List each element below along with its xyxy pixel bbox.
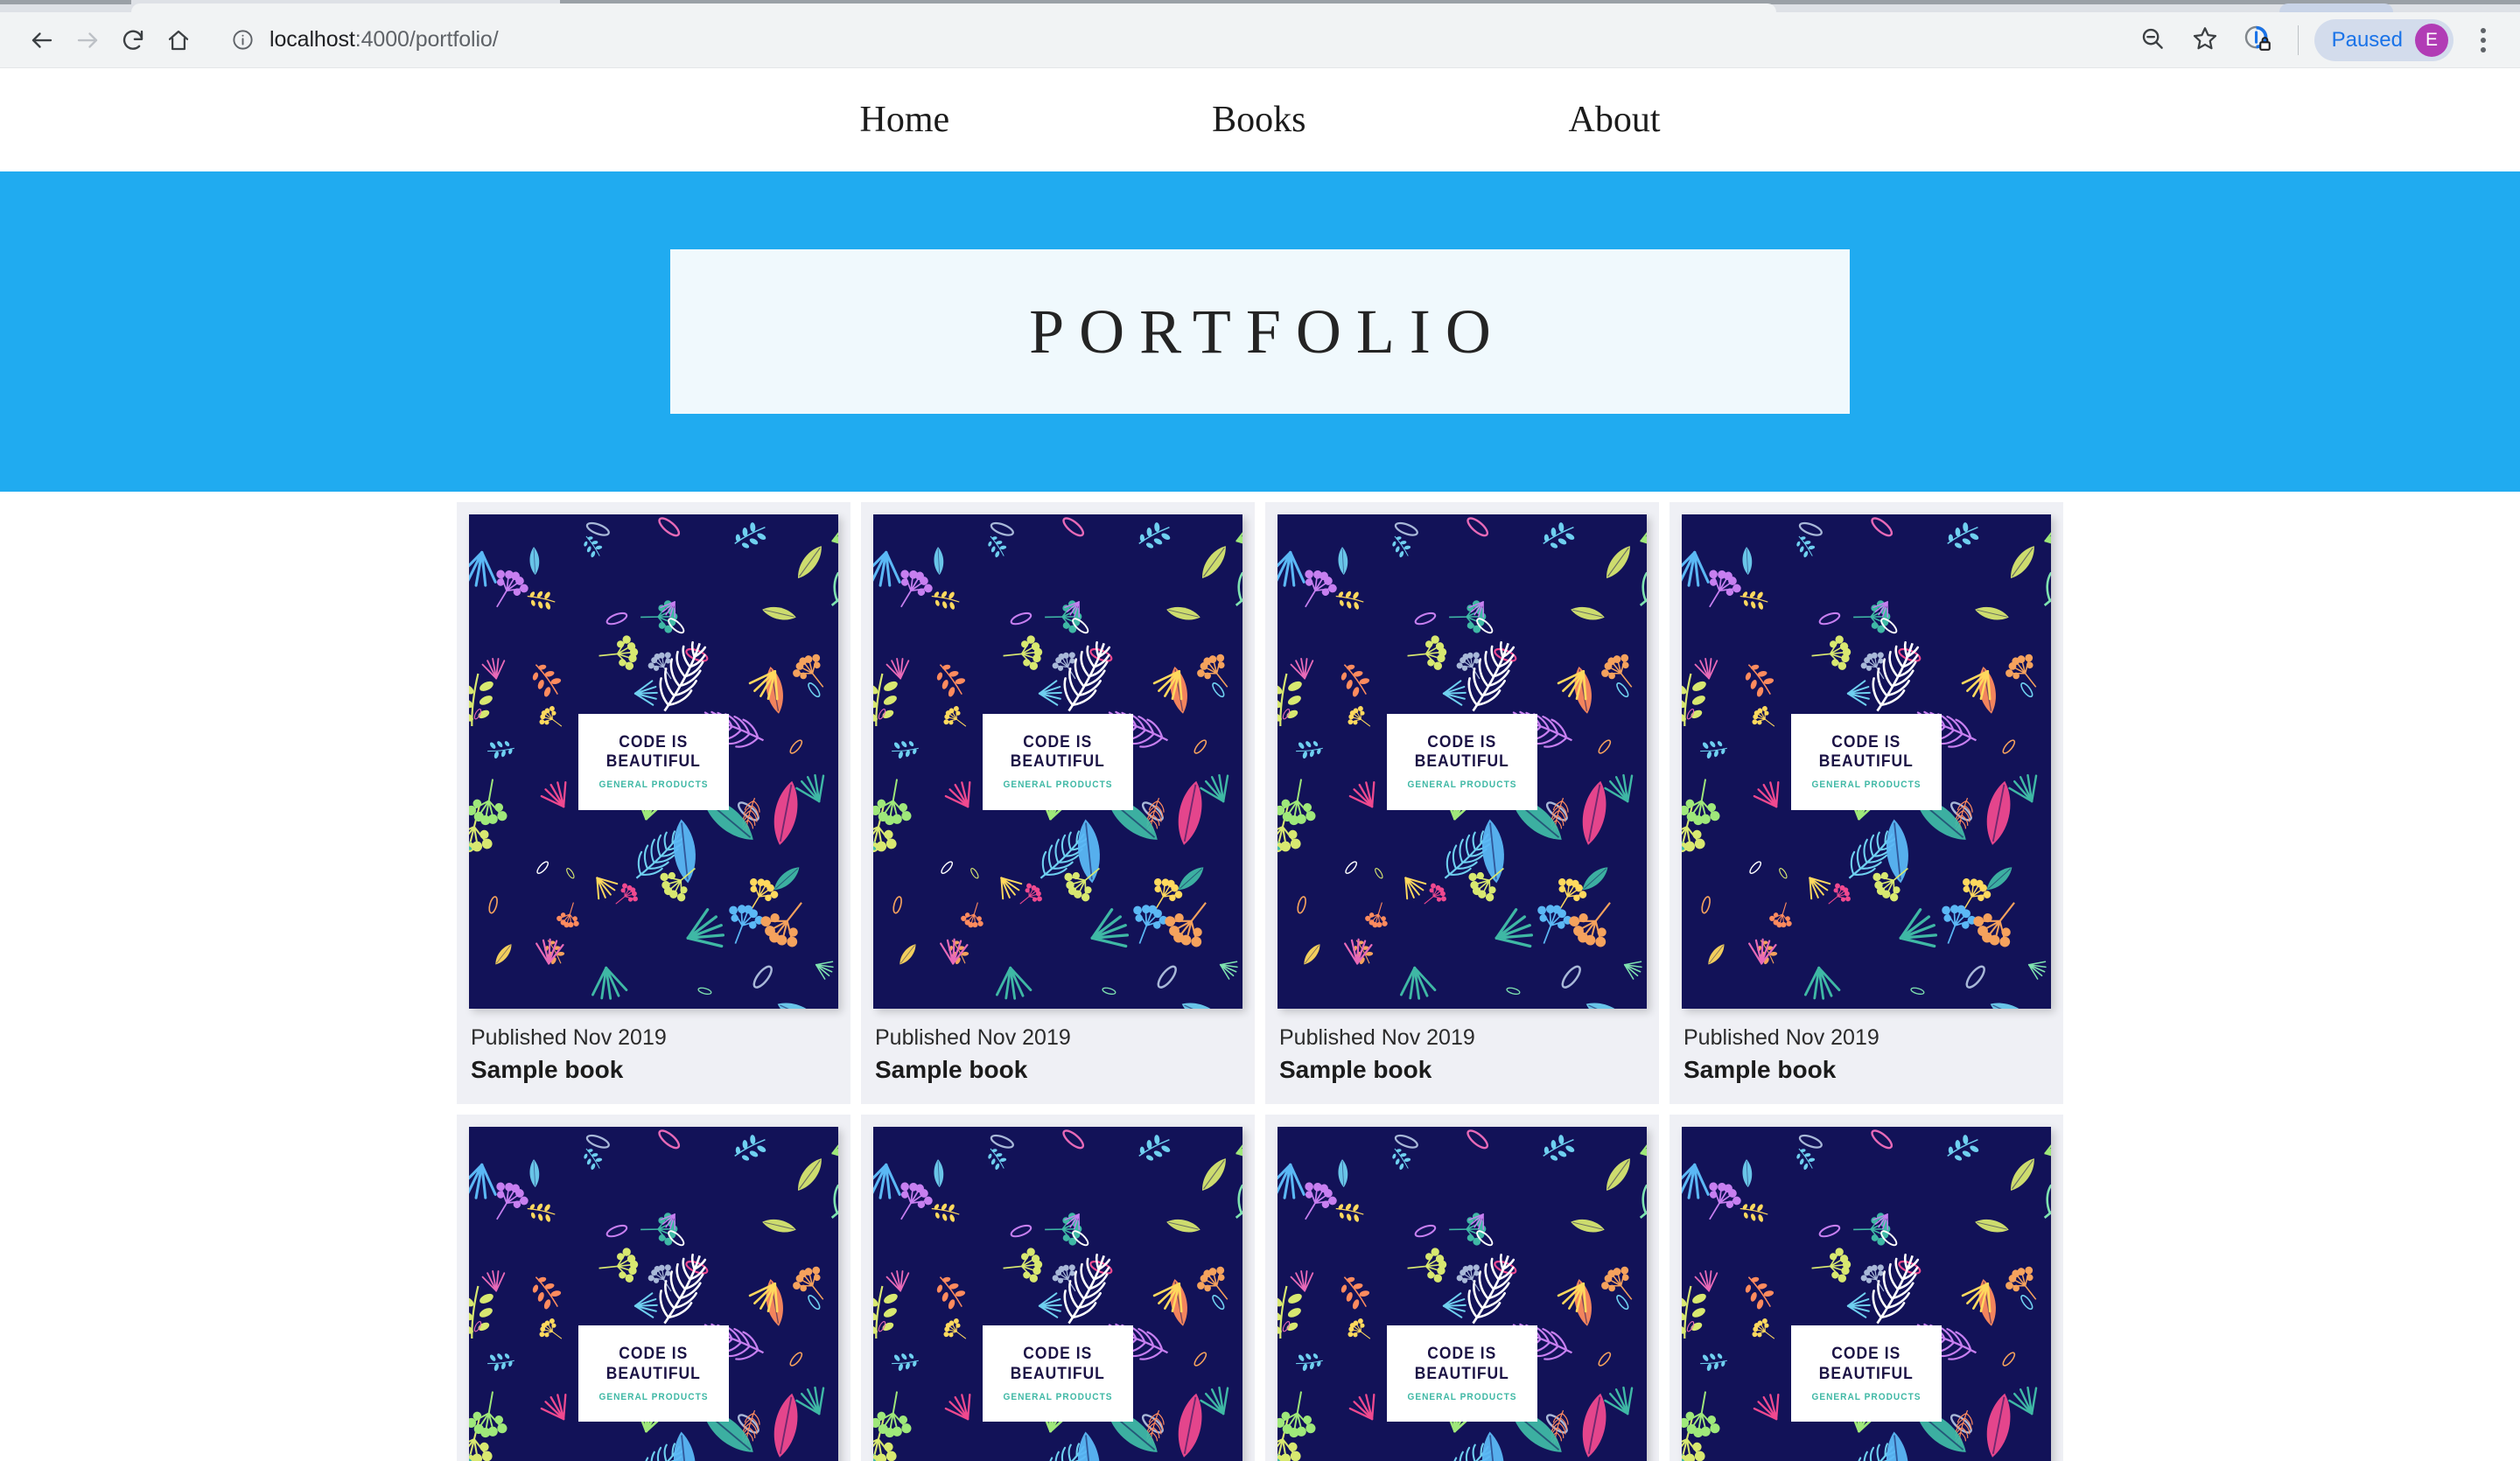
book-cover[interactable]: CODE IS BEAUTIFUL GENERAL PRODUCTS <box>873 1126 1242 1461</box>
book-cover[interactable]: CODE IS BEAUTIFUL GENERAL PRODUCTS <box>1278 1126 1647 1461</box>
book-title: Sample book <box>1279 1056 1432 1083</box>
book-published-date: Published Nov 2019 <box>1279 1025 1475 1050</box>
cover-title: CODE IS BEAUTIFUL <box>1414 732 1510 771</box>
cover-subtitle: GENERAL PRODUCTS <box>1003 779 1113 791</box>
profile-status-pill[interactable]: Paused E <box>2314 18 2454 61</box>
page-title: PORTFOLIO <box>1029 296 1506 367</box>
reload-button[interactable] <box>110 17 156 63</box>
book-title: Sample book <box>875 1056 1028 1083</box>
three-dot-menu-icon[interactable] <box>2466 16 2501 65</box>
cover-subtitle: GENERAL PRODUCTS <box>1407 779 1517 791</box>
book-cover[interactable]: CODE IS BEAUTIFUL GENERAL PRODUCTS <box>1682 1126 2051 1461</box>
cover-label: CODE IS BEAUTIFUL GENERAL PRODUCTS <box>983 1325 1133 1423</box>
address-bar-text: localhost:4000/portfolio/ <box>270 27 499 52</box>
book-card[interactable]: CODE ISBEAUTIFUL GENERAL PRODUCTS Publis… <box>1670 1114 2063 1461</box>
home-icon <box>165 27 192 53</box>
cover-title: CODE IS BEAUTIFUL <box>606 732 702 771</box>
site-navigation: Home Books About <box>0 68 2520 171</box>
book-published-date: Published Nov 2019 <box>875 1025 1071 1050</box>
zoom-out-icon <box>2139 25 2166 54</box>
nav-link-about[interactable]: About <box>1569 99 1661 141</box>
url-path: :4000/portfolio/ <box>354 27 499 52</box>
browser-tab-secondary[interactable] <box>2279 3 2393 12</box>
menu-dot <box>2481 27 2486 33</box>
cover-title: CODE IS BEAUTIFUL <box>1818 732 1914 771</box>
toolbar-divider <box>2297 24 2299 55</box>
cover-label: CODE IS BEAUTIFUL GENERAL PRODUCTS <box>983 713 1133 810</box>
menu-dot <box>2481 37 2486 43</box>
tab-strip <box>0 0 2520 12</box>
cover-title: CODE IS BEAUTIFUL <box>1010 732 1106 771</box>
book-grid-section: CODE IS BEAUTIFUL GENERAL PRODUCTS Publis… <box>0 492 2520 1461</box>
book-cover[interactable]: CODE IS BEAUTIFUL GENERAL PRODUCTS <box>1278 514 1647 1009</box>
cover-subtitle: GENERAL PRODUCTS <box>1811 1392 1922 1402</box>
book-published-date: Published Nov 2019 <box>471 1025 667 1050</box>
cover-label: CODE IS BEAUTIFUL GENERAL PRODUCTS <box>1387 713 1537 810</box>
page-content: Home Books About PORTFOLIO CODE IS BEAUTI… <box>0 68 2520 1461</box>
url-host: localhost <box>270 27 355 52</box>
tabstrip-edge-left <box>0 0 131 4</box>
book-cover[interactable]: CODE IS BEAUTIFUL GENERAL PRODUCTS <box>1682 514 2051 1009</box>
book-cover[interactable]: CODE IS BEAUTIFUL GENERAL PRODUCTS <box>469 1126 838 1461</box>
reload-icon <box>120 27 146 53</box>
address-bar[interactable]: localhost:4000/portfolio/ <box>214 20 2119 59</box>
cover-label: CODE IS BEAUTIFUL GENERAL PRODUCTS <box>1791 1325 1942 1423</box>
book-cover[interactable]: CODE IS BEAUTIFUL GENERAL PRODUCTS <box>469 514 838 1009</box>
cover-label: CODE IS BEAUTIFUL GENERAL PRODUCTS <box>578 713 729 810</box>
forward-button[interactable] <box>65 17 110 63</box>
cover-subtitle: GENERAL PRODUCTS <box>598 1392 709 1402</box>
browser-chrome: localhost:4000/portfolio/ Paused E <box>0 0 2520 68</box>
cover-label: CODE IS BEAUTIFUL GENERAL PRODUCTS <box>578 1325 729 1423</box>
cover-subtitle: GENERAL PRODUCTS <box>1811 779 1922 791</box>
hero-banner: PORTFOLIO <box>0 171 2520 492</box>
book-meta: Published Nov 2019 Sample book <box>1278 1009 1647 1104</box>
cover-subtitle: GENERAL PRODUCTS <box>1003 1392 1113 1402</box>
book-card[interactable]: CODE ISBEAUTIFUL GENERAL PRODUCTS Publis… <box>861 1114 1255 1461</box>
cover-subtitle: GENERAL PRODUCTS <box>598 779 709 791</box>
book-card[interactable]: CODE ISBEAUTIFUL GENERAL PRODUCTS Publis… <box>861 502 1255 1104</box>
info-circle-icon[interactable] <box>229 27 256 53</box>
cover-title: CODE IS BEAUTIFUL <box>1414 1345 1510 1383</box>
book-title: Sample book <box>1684 1056 1837 1083</box>
home-button[interactable] <box>156 17 201 63</box>
browser-toolbar: localhost:4000/portfolio/ Paused E <box>0 12 2520 68</box>
toolbar-actions: Paused E <box>2128 16 2501 65</box>
book-card[interactable]: CODE ISBEAUTIFUL GENERAL PRODUCTS Publis… <box>1265 502 1659 1104</box>
bookmark-button[interactable] <box>2180 16 2230 65</box>
book-card[interactable]: CODE ISBEAUTIFUL GENERAL PRODUCTS Publis… <box>457 502 850 1104</box>
browser-tab[interactable] <box>131 3 1776 12</box>
hero-panel: PORTFOLIO <box>670 249 1850 414</box>
book-published-date: Published Nov 2019 <box>1684 1025 1880 1050</box>
book-card[interactable]: CODE ISBEAUTIFUL GENERAL PRODUCTS Publis… <box>1265 1114 1659 1461</box>
back-button[interactable] <box>19 17 65 63</box>
book-cover[interactable]: CODE IS BEAUTIFUL GENERAL PRODUCTS <box>873 514 1242 1009</box>
book-grid: CODE IS BEAUTIFUL GENERAL PRODUCTS Publis… <box>0 502 2520 1461</box>
cover-label: CODE IS BEAUTIFUL GENERAL PRODUCTS <box>1791 713 1942 810</box>
book-meta: Published Nov 2019 Sample book <box>1682 1009 2051 1104</box>
book-title: Sample book <box>471 1056 624 1083</box>
cover-title: CODE IS BEAUTIFUL <box>1818 1345 1914 1383</box>
zoom-out-button[interactable] <box>2128 16 2177 65</box>
nav-link-books[interactable]: Books <box>1212 99 1306 141</box>
paused-label: Paused <box>2331 27 2403 52</box>
cover-label: CODE IS BEAUTIFUL GENERAL PRODUCTS <box>1387 1325 1537 1423</box>
cover-title: CODE IS BEAUTIFUL <box>606 1345 702 1383</box>
extension-lock-icon <box>2243 24 2272 56</box>
forward-arrow-icon <box>74 27 101 53</box>
nav-link-home[interactable]: Home <box>859 99 949 141</box>
book-meta: Published Nov 2019 Sample book <box>873 1009 1242 1104</box>
cover-title: CODE IS BEAUTIFUL <box>1010 1345 1106 1383</box>
book-meta: Published Nov 2019 Sample book <box>469 1009 838 1104</box>
extension-button[interactable] <box>2233 16 2282 65</box>
book-card[interactable]: CODE ISBEAUTIFUL GENERAL PRODUCTS Publis… <box>1670 502 2063 1104</box>
avatar[interactable]: E <box>2415 23 2448 57</box>
cover-subtitle: GENERAL PRODUCTS <box>1407 1392 1517 1402</box>
star-icon <box>2191 24 2219 55</box>
book-card[interactable]: CODE ISBEAUTIFUL GENERAL PRODUCTS Publis… <box>457 1114 850 1461</box>
back-arrow-icon <box>29 27 55 53</box>
menu-dot <box>2481 46 2486 52</box>
